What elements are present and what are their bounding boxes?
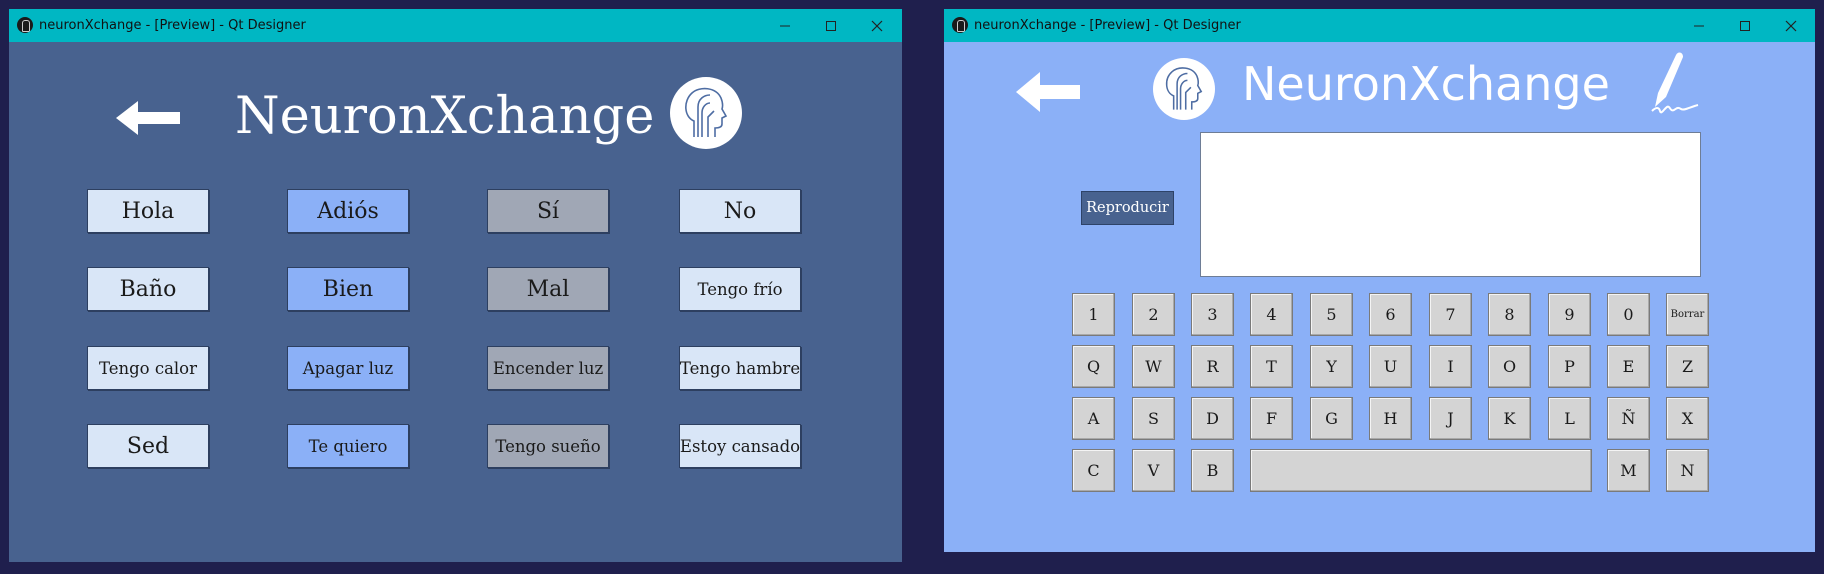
key-button[interactable]: S xyxy=(1132,397,1175,440)
titlebar[interactable]: neuronXchange - [Preview] - Qt Designer xyxy=(9,9,902,42)
maximize-icon[interactable] xyxy=(808,9,854,42)
maximize-icon[interactable] xyxy=(1722,9,1768,42)
phrase-button[interactable]: Hola xyxy=(87,189,209,233)
key-button[interactable]: 6 xyxy=(1369,293,1412,336)
phrase-button[interactable]: Mal xyxy=(487,267,609,311)
key-button[interactable]: A xyxy=(1072,397,1115,440)
close-icon[interactable] xyxy=(854,9,900,42)
key-button[interactable]: J xyxy=(1429,397,1472,440)
app-icon xyxy=(17,17,33,33)
app-icon xyxy=(952,17,968,33)
key-button[interactable]: Q xyxy=(1072,345,1115,388)
phrase-button[interactable]: No xyxy=(679,189,801,233)
phrase-button[interactable]: Te quiero xyxy=(287,424,409,468)
key-button[interactable]: 4 xyxy=(1250,293,1293,336)
key-button[interactable]: P xyxy=(1548,345,1591,388)
phrase-button[interactable]: Adiós xyxy=(287,189,409,233)
key-button[interactable]: M xyxy=(1607,449,1650,492)
key-button[interactable]: W xyxy=(1132,345,1175,388)
reproducir-button[interactable]: Reproducir xyxy=(1081,191,1174,225)
phrase-button[interactable]: Tengo calor xyxy=(87,346,209,390)
minimize-icon[interactable] xyxy=(1676,9,1722,42)
quill-signature-icon[interactable] xyxy=(1646,49,1704,123)
phrase-button[interactable]: Tengo hambre xyxy=(679,346,801,390)
phrases-window: neuronXchange - [Preview] - Qt Designer … xyxy=(9,9,902,562)
key-button[interactable]: 5 xyxy=(1310,293,1353,336)
phrase-button[interactable]: Encender luz xyxy=(487,346,609,390)
key-button[interactable]: C xyxy=(1072,449,1115,492)
borrar-key[interactable]: Borrar xyxy=(1666,293,1709,336)
key-button[interactable]: G xyxy=(1310,397,1353,440)
head-circuit-logo-icon xyxy=(1153,58,1215,120)
key-button[interactable]: 1 xyxy=(1072,293,1115,336)
key-button[interactable]: H xyxy=(1369,397,1412,440)
key-button[interactable]: 7 xyxy=(1429,293,1472,336)
window-title: neuronXchange - [Preview] - Qt Designer xyxy=(974,18,1241,33)
close-icon[interactable] xyxy=(1768,9,1814,42)
key-button[interactable]: Z xyxy=(1666,345,1709,388)
head-circuit-logo-icon xyxy=(670,77,742,149)
key-button[interactable]: O xyxy=(1488,345,1531,388)
keyboard-window: neuronXchange - [Preview] - Qt Designer … xyxy=(944,9,1815,552)
key-button[interactable]: K xyxy=(1488,397,1531,440)
key-button[interactable]: E xyxy=(1607,345,1650,388)
key-button[interactable]: 0 xyxy=(1607,293,1650,336)
key-button[interactable]: 3 xyxy=(1191,293,1234,336)
key-button[interactable]: I xyxy=(1429,345,1472,388)
phrase-button[interactable]: Sed xyxy=(87,424,209,468)
titlebar[interactable]: neuronXchange - [Preview] - Qt Designer xyxy=(944,9,1815,42)
key-button[interactable]: Y xyxy=(1310,345,1353,388)
key-button[interactable]: 9 xyxy=(1548,293,1591,336)
window-title: neuronXchange - [Preview] - Qt Designer xyxy=(39,18,306,33)
message-text-area[interactable] xyxy=(1200,132,1701,277)
key-button[interactable]: Ñ xyxy=(1607,397,1650,440)
app-title: NeuronXchange xyxy=(1242,57,1610,111)
key-button[interactable]: T xyxy=(1250,345,1293,388)
key-button[interactable]: V xyxy=(1132,449,1175,492)
back-arrow-icon[interactable] xyxy=(116,101,180,139)
key-button[interactable]: U xyxy=(1369,345,1412,388)
space-bar-key[interactable] xyxy=(1250,449,1592,492)
phrase-button[interactable]: Apagar luz xyxy=(287,346,409,390)
app-title: NeuronXchange xyxy=(235,87,655,146)
minimize-icon[interactable] xyxy=(762,9,808,42)
key-button[interactable]: B xyxy=(1191,449,1234,492)
phrase-button[interactable]: Bien xyxy=(287,267,409,311)
key-button[interactable]: R xyxy=(1191,345,1234,388)
key-button[interactable]: D xyxy=(1191,397,1234,440)
key-button[interactable]: L xyxy=(1548,397,1591,440)
phrase-button[interactable]: Sí xyxy=(487,189,609,233)
back-arrow-icon[interactable] xyxy=(1016,72,1080,116)
phrase-button[interactable]: Estoy cansado xyxy=(679,424,801,468)
phrase-button[interactable]: Tengo frío xyxy=(679,267,801,311)
key-button[interactable]: 8 xyxy=(1488,293,1531,336)
phrase-button[interactable]: Baño xyxy=(87,267,209,311)
key-button[interactable]: F xyxy=(1250,397,1293,440)
key-button[interactable]: X xyxy=(1666,397,1709,440)
key-button[interactable]: 2 xyxy=(1132,293,1175,336)
key-button[interactable]: N xyxy=(1666,449,1709,492)
phrase-button[interactable]: Tengo sueño xyxy=(487,424,609,468)
